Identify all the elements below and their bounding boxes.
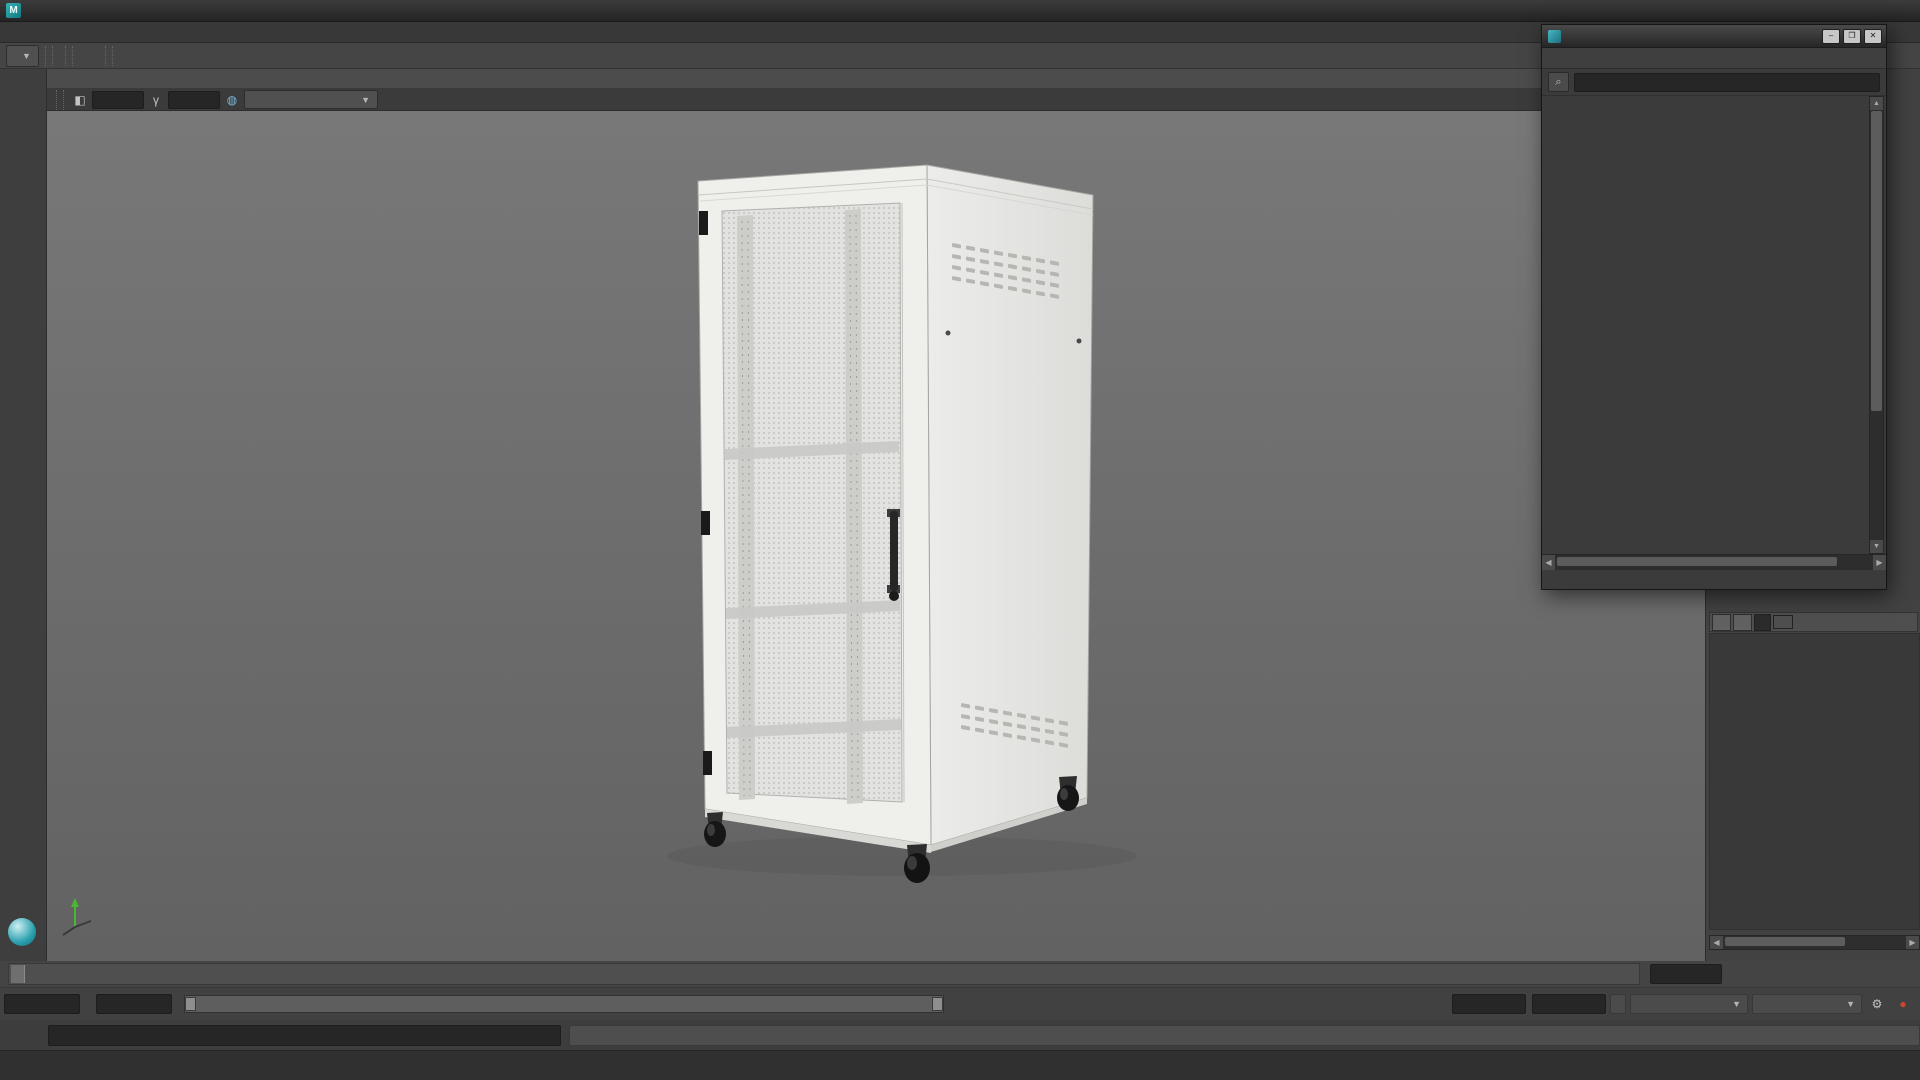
scroll-down-icon[interactable]: ▼ [1870, 540, 1883, 553]
layer-color-swatch[interactable] [1773, 615, 1793, 629]
search-filter-icon[interactable]: ⌕ [1548, 72, 1569, 92]
scroll-up-icon[interactable]: ▲ [1870, 97, 1883, 110]
panel-menubar [47, 69, 1705, 89]
layer-playback-toggle[interactable] [1733, 613, 1752, 631]
scroll-right-icon[interactable]: ▶ [1906, 936, 1919, 949]
display-layer-row[interactable] [1709, 612, 1918, 632]
viewport-canvas[interactable] [47, 111, 1705, 961]
animation-end-field[interactable] [1532, 994, 1606, 1014]
divider [64, 45, 73, 66]
auto-keyframe-icon[interactable]: ● [1892, 994, 1914, 1014]
scroll-left-icon[interactable]: ◀ [1710, 936, 1723, 949]
current-time-marker[interactable] [11, 965, 25, 983]
divider [44, 45, 53, 66]
range-slider[interactable] [184, 995, 944, 1013]
outliner-search-row: ⌕ [1542, 69, 1886, 96]
chevron-down-icon: ▼ [1846, 999, 1855, 1009]
maya-app-icon: M [6, 3, 21, 18]
scroll-right-icon[interactable]: ▶ [1873, 555, 1886, 570]
rack-cabinet-model[interactable] [667, 164, 1137, 883]
layer-visibility-toggle[interactable] [1712, 613, 1731, 631]
command-line-row [0, 1020, 1920, 1050]
outliner-vertical-scrollbar[interactable]: ▲ ▼ [1869, 96, 1884, 554]
divider [104, 45, 113, 66]
menu-set-selector[interactable]: ▼ [6, 44, 39, 67]
help-line [0, 1050, 1920, 1080]
nav-ball-icon[interactable] [8, 918, 36, 946]
time-slider[interactable] [8, 963, 1640, 985]
range-end-handle[interactable] [932, 997, 943, 1011]
animation-preferences-icon[interactable]: ⚙ [1866, 994, 1888, 1014]
title-bar[interactable]: M [0, 0, 1920, 22]
layer-list-area[interactable] [1709, 633, 1920, 930]
playback-start-field[interactable] [96, 994, 172, 1014]
outliner-search-input[interactable] [1574, 72, 1880, 92]
outliner-window: – ❐ ✕ ⌕ ▲ ▼ ◀ ▶ [1541, 24, 1887, 590]
range-slider-row: ▼ ▼ ⚙ ● [0, 987, 1920, 1021]
layer-type-box[interactable] [1754, 613, 1771, 631]
viewport-panel[interactable] [47, 111, 1705, 961]
exposure-icon[interactable]: ◧ [69, 90, 91, 110]
dock-horizontal-scrollbar[interactable]: ◀ ▶ [1709, 935, 1920, 950]
chevron-down-icon: ▼ [1732, 999, 1741, 1009]
exposure-field[interactable] [92, 90, 144, 109]
toolbox [0, 69, 47, 961]
outliner-window-icon [1548, 29, 1561, 43]
character-set-dropdown[interactable]: ▼ [1752, 994, 1862, 1014]
range-preset-dropdown[interactable] [1610, 994, 1626, 1014]
chevron-down-icon: ▼ [22, 50, 31, 61]
view-transform-dropdown[interactable]: ▼ [244, 90, 378, 109]
scrollbar-thumb[interactable] [1725, 937, 1845, 946]
outliner-titlebar[interactable]: – ❐ ✕ [1542, 25, 1886, 48]
range-start-handle[interactable] [185, 997, 196, 1011]
maximize-button[interactable]: ❐ [1843, 28, 1861, 44]
outliner-horizontal-scrollbar[interactable]: ◀ ▶ [1542, 554, 1886, 570]
outliner-window-controls: – ❐ ✕ [1822, 28, 1882, 44]
minimize-button[interactable]: – [1822, 28, 1840, 44]
divider [56, 89, 64, 110]
command-line-input[interactable] [47, 1024, 562, 1046]
panel-toolbar: ◧ γ ◍ ▼ [47, 89, 1705, 111]
scroll-left-icon[interactable]: ◀ [1542, 555, 1555, 570]
gamma-field[interactable] [168, 90, 220, 109]
color-management-icon[interactable]: ◍ [221, 90, 243, 110]
animation-start-field[interactable] [4, 994, 80, 1014]
outliner-tree: ▲ ▼ [1542, 96, 1886, 554]
scrollbar-thumb[interactable] [1557, 557, 1837, 566]
outliner-menubar [1542, 48, 1886, 69]
playback-end-field[interactable] [1452, 994, 1526, 1014]
anim-layer-dropdown[interactable]: ▼ [1630, 994, 1748, 1014]
chevron-down-icon: ▼ [361, 94, 370, 105]
gamma-icon[interactable]: γ [145, 90, 167, 110]
scrollbar-thumb[interactable] [1871, 111, 1882, 411]
maya-window: M ▼ ◧ γ ◍ ▼ ◀ ▶ – ❐ ✕ ⌕ ▲ ▼ ◀ ▶ ▼ ▼ ⚙ ● [0, 0, 1920, 1080]
current-frame-field[interactable] [1650, 964, 1722, 984]
close-button[interactable]: ✕ [1864, 28, 1882, 44]
command-line-output[interactable] [569, 1024, 1920, 1046]
time-slider-row [0, 961, 1920, 987]
